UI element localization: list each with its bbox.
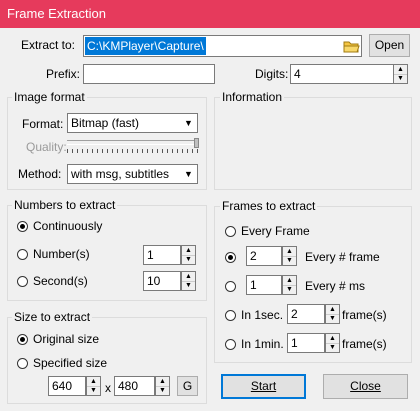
- every-n-frame-input[interactable]: 2: [246, 246, 282, 266]
- every-ms-radio[interactable]: [225, 281, 236, 292]
- frames-title: Frames to extract: [220, 199, 318, 213]
- spin-down-icon[interactable]: ▼: [156, 386, 169, 395]
- seconds-radio[interactable]: [17, 276, 28, 287]
- method-select-value: with msg, subtitles: [71, 167, 170, 181]
- format-select[interactable]: Bitmap (fast) ▼: [67, 113, 198, 133]
- close-button-label: Close: [350, 379, 381, 393]
- width-input[interactable]: 640: [48, 376, 86, 396]
- spin-down-icon[interactable]: ▼: [326, 314, 339, 323]
- size-separator: x: [105, 381, 111, 395]
- start-button-label: Start: [250, 379, 277, 393]
- original-size-label[interactable]: Original size: [33, 332, 99, 346]
- format-label: Format:: [22, 117, 64, 131]
- size-title: Size to extract: [12, 310, 93, 324]
- seconds-label[interactable]: Second(s): [33, 274, 88, 288]
- width-spinner[interactable]: ▲ ▼: [86, 376, 101, 396]
- every-frame-label[interactable]: Every Frame: [241, 224, 310, 238]
- in-1min-spinner[interactable]: ▲ ▼: [325, 333, 340, 353]
- window-title: Frame Extraction: [7, 6, 106, 21]
- quality-slider[interactable]: [67, 138, 199, 156]
- in-1min-input[interactable]: 1: [287, 333, 325, 353]
- close-button[interactable]: Close: [323, 374, 408, 399]
- seconds-spinner[interactable]: ▲ ▼: [181, 271, 196, 291]
- in-1min-label[interactable]: In 1min.: [241, 337, 284, 351]
- continuously-radio[interactable]: [17, 221, 28, 232]
- numbers-radio[interactable]: [17, 249, 28, 260]
- height-input[interactable]: 480: [114, 376, 155, 396]
- digits-spinner[interactable]: ▲ ▼: [393, 64, 408, 84]
- image-format-title: Image format: [12, 90, 87, 104]
- every-n-frame-spinner[interactable]: ▲ ▼: [282, 246, 297, 266]
- prefix-input[interactable]: [83, 64, 215, 84]
- browse-folder-button[interactable]: [341, 36, 361, 56]
- every-ms-input[interactable]: 1: [246, 275, 282, 295]
- information-group: [214, 97, 412, 190]
- extract-to-label: Extract to:: [21, 38, 76, 52]
- height-spinner[interactable]: ▲ ▼: [155, 376, 170, 396]
- specified-size-label[interactable]: Specified size: [33, 356, 107, 370]
- spin-down-icon[interactable]: ▼: [87, 386, 100, 395]
- slider-ticks: [67, 149, 198, 153]
- specified-size-radio[interactable]: [17, 358, 28, 369]
- spin-down-icon[interactable]: ▼: [394, 74, 407, 83]
- every-ms-spinner[interactable]: ▲ ▼: [282, 275, 297, 295]
- spin-down-icon[interactable]: ▼: [326, 343, 339, 352]
- title-bar[interactable]: Frame Extraction: [0, 0, 420, 28]
- spin-down-icon[interactable]: ▼: [283, 256, 296, 265]
- numbers-spinner[interactable]: ▲ ▼: [181, 245, 196, 265]
- open-button[interactable]: Open: [369, 34, 410, 57]
- in-1sec-input[interactable]: 2: [287, 304, 325, 324]
- every-frame-radio[interactable]: [225, 226, 236, 237]
- slider-thumb[interactable]: [194, 138, 199, 148]
- in-1sec-radio[interactable]: [225, 310, 236, 321]
- in-1min-radio[interactable]: [225, 339, 236, 350]
- g-button[interactable]: G: [177, 376, 198, 396]
- numbers-label[interactable]: Number(s): [33, 247, 90, 261]
- in-1sec-unit: frame(s): [342, 308, 387, 322]
- spin-down-icon[interactable]: ▼: [182, 281, 195, 290]
- spin-down-icon[interactable]: ▼: [283, 285, 296, 294]
- in-1sec-label[interactable]: In 1sec.: [241, 308, 283, 322]
- numbers-title: Numbers to extract: [12, 198, 118, 212]
- start-button[interactable]: Start: [221, 374, 306, 399]
- format-select-value: Bitmap (fast): [71, 116, 140, 130]
- spin-down-icon[interactable]: ▼: [182, 255, 195, 264]
- chevron-down-icon[interactable]: ▼: [180, 114, 197, 132]
- numbers-input[interactable]: 1: [143, 245, 181, 265]
- seconds-input[interactable]: 10: [143, 271, 181, 291]
- chevron-down-icon[interactable]: ▼: [180, 165, 197, 183]
- in-1sec-spinner[interactable]: ▲ ▼: [325, 304, 340, 324]
- every-n-frame-label: Every # frame: [305, 250, 380, 264]
- every-ms-label: Every # ms: [305, 279, 366, 293]
- digits-label: Digits:: [255, 67, 289, 81]
- digits-input[interactable]: 4: [290, 64, 394, 84]
- method-select[interactable]: with msg, subtitles ▼: [67, 164, 198, 184]
- in-1min-unit: frame(s): [342, 337, 387, 351]
- original-size-radio[interactable]: [17, 334, 28, 345]
- slider-track: [67, 140, 198, 145]
- prefix-label: Prefix:: [46, 67, 81, 81]
- extract-path-field[interactable]: C:\KMPlayer\Capture\: [83, 35, 362, 57]
- quality-label: Quality:: [26, 140, 67, 154]
- folder-icon: [343, 41, 360, 53]
- extract-path-value: C:\KMPlayer\Capture\: [85, 37, 206, 55]
- method-label: Method:: [18, 167, 62, 181]
- continuously-label[interactable]: Continuously: [33, 219, 102, 233]
- every-n-frame-radio[interactable]: [225, 252, 236, 263]
- information-title: Information: [220, 90, 285, 104]
